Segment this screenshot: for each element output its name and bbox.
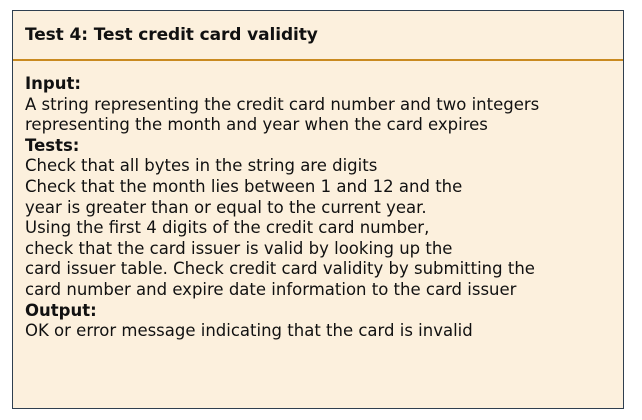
tests-line: Check that all bytes in the string are d… (25, 156, 378, 176)
tests-line: check that the card issuer is valid by l… (25, 238, 453, 258)
tests-line: year is greater than or equal to the cur… (25, 197, 427, 217)
card-header: Test 4: Test credit card validity (13, 11, 623, 61)
tests-line: card number and expire date information … (25, 279, 517, 299)
input-label: Input: (25, 74, 81, 93)
test-card: Test 4: Test credit card validity Input:… (12, 10, 624, 409)
tests-line: Using the first 4 digits of the credit c… (25, 218, 430, 238)
input-line: representing the month and year when the… (25, 115, 488, 135)
tests-line: card issuer table. Check credit card val… (25, 259, 535, 279)
output-line: OK or error message indicating that the … (25, 321, 473, 341)
tests-line: Check that the month lies between 1 and … (25, 176, 463, 196)
card-title: Test 4: Test credit card validity (25, 25, 318, 45)
tests-label: Tests: (25, 135, 80, 155)
output-label: Output: (25, 300, 97, 320)
card-body: Input: A string representing the credit … (13, 61, 623, 342)
input-line: A string representing the credit card nu… (25, 94, 540, 114)
